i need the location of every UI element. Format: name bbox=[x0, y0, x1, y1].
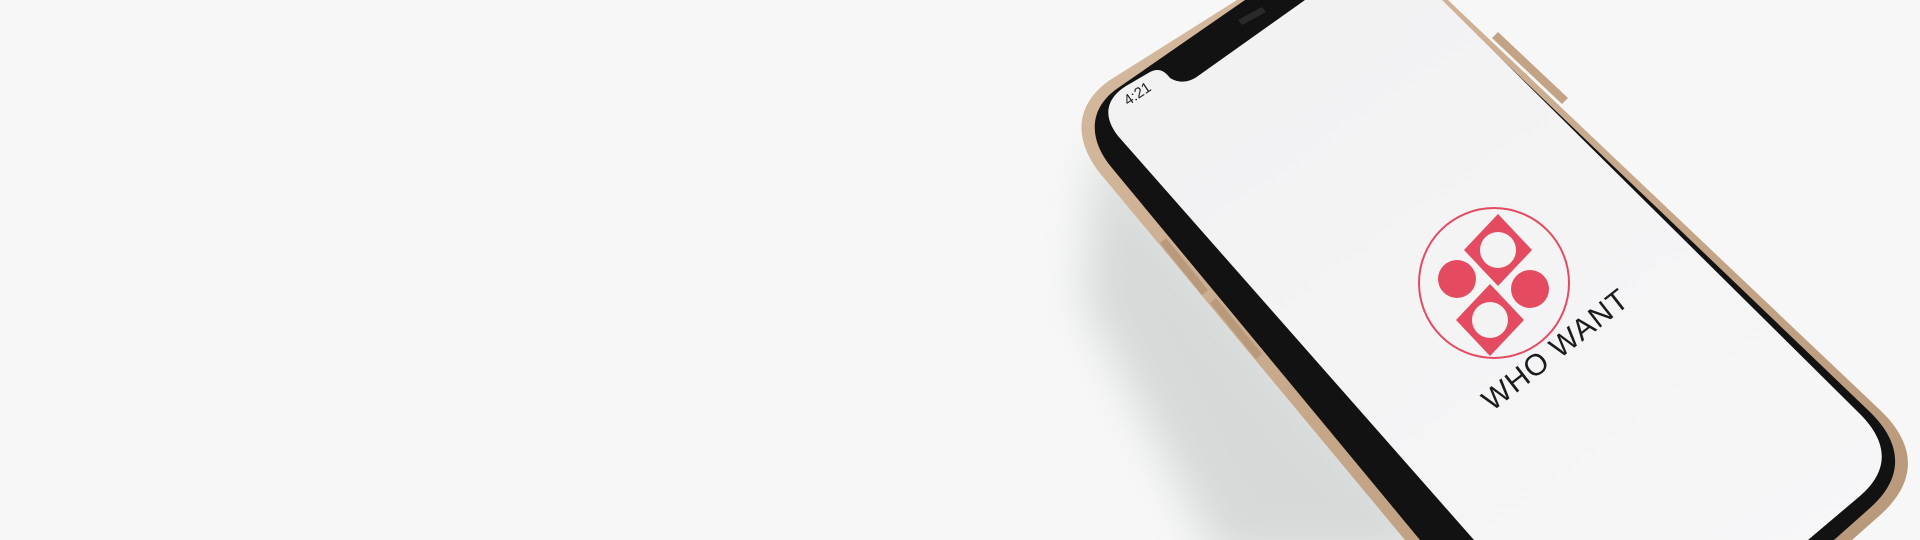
product-mockup-scene: 4:21 WHO WANT bbox=[0, 0, 1920, 540]
phone-mockup-illustration: 4:21 WHO WANT bbox=[1081, 0, 1908, 540]
